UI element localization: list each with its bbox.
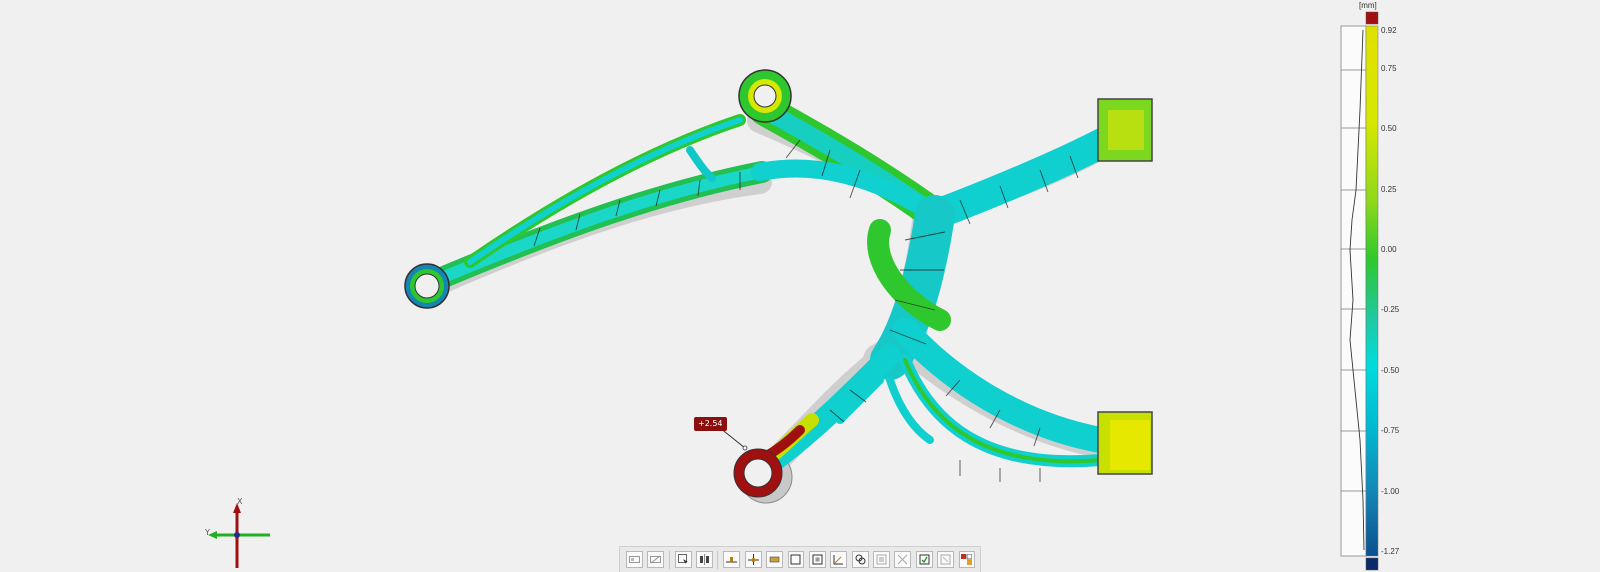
legend-tick: -0.50 xyxy=(1381,366,1400,375)
view-icon[interactable] xyxy=(626,551,643,568)
legend-tick: 0.50 xyxy=(1381,124,1397,133)
square-pads xyxy=(1097,98,1153,475)
callout-anchor xyxy=(742,445,748,451)
axis-y-label: Y xyxy=(205,528,210,537)
deviation-label-icon[interactable] xyxy=(766,551,783,568)
deviation-callout[interactable]: +2.54 xyxy=(694,417,727,431)
toolbar-separator xyxy=(717,550,719,569)
section-view-icon[interactable] xyxy=(647,551,665,568)
legend-tick: 0.75 xyxy=(1381,64,1397,73)
fit-view-icon[interactable] xyxy=(808,551,826,568)
group-icon[interactable] xyxy=(873,551,890,568)
callout-leader xyxy=(719,427,746,449)
report-icon[interactable] xyxy=(915,551,933,568)
compare-icon[interactable] xyxy=(696,551,713,568)
link-icon[interactable] xyxy=(851,551,869,568)
under-range-swatch xyxy=(1365,557,1379,571)
legend-tick: 0.00 xyxy=(1381,245,1397,254)
color-scale-bar xyxy=(1365,25,1379,557)
select-icon[interactable] xyxy=(674,551,692,568)
align-icon[interactable] xyxy=(723,551,741,568)
legend-tick: -0.75 xyxy=(1381,426,1400,435)
legend-unit: [mm] xyxy=(1359,1,1377,10)
legend-tick: 0.25 xyxy=(1381,185,1397,194)
axis-x-label: X xyxy=(237,497,243,506)
toolbar-separator xyxy=(668,550,670,569)
expand-icon[interactable] xyxy=(894,551,912,568)
deviation-color-map[interactable] xyxy=(421,94,1123,473)
snap-icon[interactable] xyxy=(744,551,762,568)
legend-tick: -1.27 xyxy=(1381,547,1400,556)
axis-triad xyxy=(208,503,270,568)
frame-icon[interactable] xyxy=(787,551,805,568)
disabled-report-icon[interactable] xyxy=(937,551,954,568)
legend-tick: -1.00 xyxy=(1381,487,1400,496)
measure-icon[interactable] xyxy=(830,551,848,568)
over-range-swatch xyxy=(1365,11,1379,25)
legend-tick: -0.25 xyxy=(1381,305,1400,314)
3d-viewport[interactable] xyxy=(0,0,1600,572)
bottom-toolbar xyxy=(619,546,981,572)
color-legend xyxy=(1340,11,1379,571)
settings-icon[interactable] xyxy=(958,551,976,568)
legend-tick: 0.92 xyxy=(1381,26,1397,35)
